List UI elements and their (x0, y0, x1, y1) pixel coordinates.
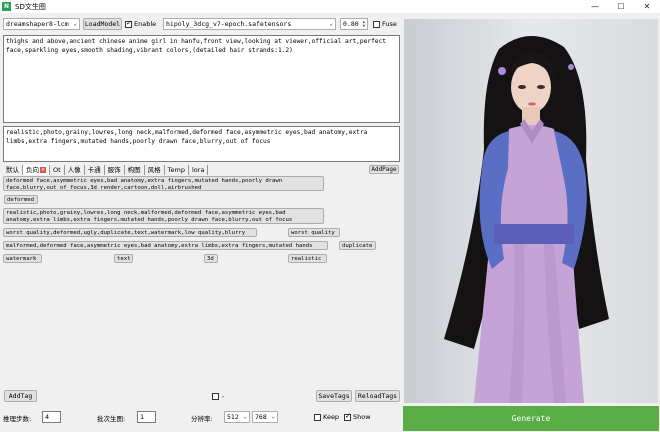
chevron-down-icon: ⌄ (271, 413, 275, 420)
chevron-down-icon: ⌄ (243, 413, 247, 420)
minimize-icon[interactable]: — (582, 0, 608, 13)
tab-ot[interactable]: Ot (50, 165, 65, 175)
tag-button[interactable]: duplicate (339, 241, 376, 250)
add-tag-button[interactable]: AddTag (4, 390, 37, 402)
right-panel: Generate (403, 13, 660, 432)
show-checkbox[interactable] (344, 412, 351, 421)
comma-label: , (222, 391, 225, 399)
tab-default[interactable]: 默认 (3, 165, 23, 175)
height-select[interactable]: 768 ⌄ (252, 411, 278, 423)
tag-checkbox[interactable] (212, 393, 219, 400)
tab-negative[interactable]: 负向 × (23, 165, 50, 175)
lora-select-value: hipoly_3dcg_v7-epoch.safetensors (166, 20, 292, 28)
width-value: 512 (227, 413, 239, 421)
tag-button[interactable]: 3d (204, 254, 218, 263)
weight-spinbox[interactable]: 0.80 ▲ ▼ (340, 18, 368, 30)
resolution-label: 分辨率: (191, 415, 213, 423)
app-icon: N (2, 2, 11, 11)
height-value: 768 (255, 413, 267, 421)
chevron-down-icon: ⌄ (73, 20, 77, 27)
weight-value: 0.80 (343, 20, 359, 28)
tag-button[interactable]: watermark (3, 254, 42, 263)
title-bar: N SD文生图 — ☐ ✕ (0, 0, 660, 13)
fuse-checkbox[interactable] (373, 21, 380, 28)
steps-label: 推理步数: (3, 415, 32, 423)
add-page-button[interactable]: AddPage (369, 165, 399, 174)
tab-cartoon[interactable]: 卡通 (85, 165, 105, 175)
left-panel: dreamshaper8-lcm ⌄ LoadModel Enable hipo… (0, 13, 403, 432)
fuse-label: Fuse (382, 20, 397, 28)
keep-label: Keep (323, 413, 340, 421)
tab-lora[interactable]: lora (189, 165, 209, 175)
tab-composition[interactable]: 构图 (125, 165, 145, 175)
show-label: Show (353, 413, 371, 421)
maximize-icon[interactable]: ☐ (608, 0, 634, 13)
tag-button[interactable]: text (114, 254, 133, 263)
lora-select[interactable]: hipoly_3dcg_v7-epoch.safetensors ⌄ (163, 18, 336, 30)
tag-button[interactable]: deformed (4, 195, 38, 204)
enable-label: Enable (134, 20, 157, 28)
model-select-value: dreamshaper8-lcm (6, 20, 69, 28)
tag-button[interactable]: worst quality,deformed,ugly,duplicate,te… (3, 228, 257, 237)
tag-tabs: 默认 负向 × Ot 人像 卡通 服饰 构图 风格 Temp lora (3, 165, 401, 175)
model-select[interactable]: dreamshaper8-lcm ⌄ (3, 18, 80, 30)
tag-button[interactable]: realistic,photo,grainy,lowres,long neck,… (3, 208, 324, 224)
close-icon[interactable]: ✕ (634, 0, 660, 13)
tag-button[interactable]: realistic (288, 254, 327, 263)
batch-input[interactable]: 1 (137, 411, 156, 423)
tab-style[interactable]: 风格 (145, 165, 165, 175)
tab-negative-label: 负向 (26, 166, 39, 174)
generated-image (404, 19, 658, 403)
reload-tags-button[interactable]: ReloadTags (355, 390, 400, 402)
tag-button[interactable]: worst quality (288, 228, 340, 237)
tab-clothing[interactable]: 服饰 (105, 165, 125, 175)
width-select[interactable]: 512 ⌄ (224, 411, 250, 423)
positive-prompt-input[interactable]: thighs and above,ancient chinese anime g… (3, 35, 400, 123)
negative-prompt-input[interactable]: realistic,photo,grainy,lowres,long neck,… (3, 126, 400, 162)
window-title: SD文生图 (15, 2, 46, 11)
tag-button[interactable]: deformed face,asymmetric eyes,bad anatom… (3, 176, 324, 191)
enable-checkbox[interactable] (125, 19, 132, 28)
steps-input[interactable]: 4 (42, 411, 61, 423)
tab-temp[interactable]: Temp (165, 165, 189, 175)
keep-checkbox[interactable] (314, 414, 321, 421)
batch-label: 批次生图: (97, 415, 126, 423)
save-tags-button[interactable]: SaveTags (316, 390, 352, 402)
portrait-illustration (444, 35, 609, 403)
close-tab-icon[interactable]: × (40, 167, 46, 173)
tag-button[interactable]: malformed,deformed face,asymmetric eyes,… (3, 241, 328, 250)
chevron-down-icon: ⌄ (329, 20, 333, 27)
tab-portrait[interactable]: 人像 (65, 165, 85, 175)
load-model-button[interactable]: LoadModel (83, 18, 122, 30)
spin-arrows-icon[interactable]: ▲ ▼ (363, 20, 365, 28)
generate-button[interactable]: Generate (403, 406, 659, 431)
